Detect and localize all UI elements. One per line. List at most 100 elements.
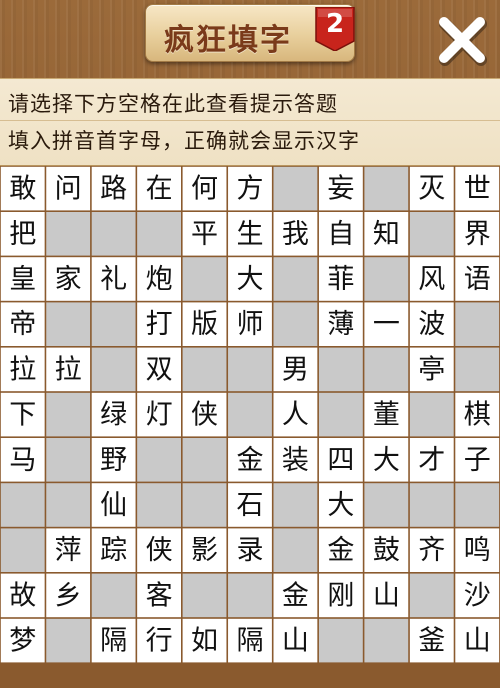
grid-cell-filled[interactable]: 男	[273, 347, 318, 392]
grid-cell-filled[interactable]: 在	[137, 166, 181, 211]
close-button[interactable]	[436, 14, 488, 66]
grid-cell-filled[interactable]: 菲	[318, 257, 363, 301]
grid-cell-empty[interactable]	[137, 212, 181, 256]
grid-cell-filled[interactable]: 语	[455, 257, 500, 301]
grid-cell-filled[interactable]: 大	[318, 483, 363, 527]
grid-cell-filled[interactable]: 棋	[455, 392, 500, 437]
grid-cell-filled[interactable]: 何	[182, 166, 227, 211]
grid-cell-filled[interactable]: 董	[364, 392, 409, 437]
grid-cell-filled[interactable]: 鼓	[364, 528, 409, 572]
grid-cell-filled[interactable]: 波	[409, 302, 454, 346]
grid-cell-empty[interactable]	[318, 392, 363, 437]
grid-cell-filled[interactable]: 我	[273, 212, 318, 256]
grid-cell-empty[interactable]	[409, 483, 454, 527]
grid-cell-filled[interactable]: 鸣	[455, 528, 500, 572]
grid-cell-empty[interactable]	[364, 347, 409, 392]
grid-cell-empty[interactable]	[409, 212, 454, 256]
grid-cell-filled[interactable]: 刚	[318, 573, 363, 618]
grid-cell-empty[interactable]	[137, 438, 181, 482]
grid-cell-filled[interactable]: 亭	[409, 347, 454, 392]
grid-cell-filled[interactable]: 灯	[137, 392, 181, 437]
grid-cell-filled[interactable]: 知	[364, 212, 409, 256]
grid-cell-empty[interactable]	[273, 166, 318, 211]
grid-cell-empty[interactable]	[182, 257, 227, 301]
grid-cell-empty[interactable]	[273, 257, 318, 301]
grid-cell-filled[interactable]: 路	[91, 166, 136, 211]
grid-cell-filled[interactable]: 平	[182, 212, 227, 256]
grid-cell-filled[interactable]: 客	[137, 573, 181, 618]
grid-cell-filled[interactable]: 界	[455, 212, 500, 256]
grid-cell-empty[interactable]	[228, 573, 272, 618]
grid-cell-filled[interactable]: 石	[228, 483, 272, 527]
grid-cell-empty[interactable]	[91, 302, 136, 346]
grid-cell-filled[interactable]: 灭	[409, 166, 454, 211]
grid-cell-filled[interactable]: 双	[137, 347, 181, 392]
grid-cell-filled[interactable]: 四	[318, 438, 363, 482]
grid-cell-filled[interactable]: 踪	[91, 528, 136, 572]
grid-cell-empty[interactable]	[364, 166, 409, 211]
grid-cell-empty[interactable]	[364, 257, 409, 301]
grid-cell-filled[interactable]: 录	[228, 528, 272, 572]
grid-cell-filled[interactable]: 装	[273, 438, 318, 482]
grid-cell-empty[interactable]	[46, 483, 91, 527]
grid-cell-filled[interactable]: 帝	[0, 302, 45, 346]
grid-cell-filled[interactable]: 仙	[91, 483, 136, 527]
grid-cell-filled[interactable]: 山	[273, 618, 318, 663]
grid-cell-empty[interactable]	[318, 618, 363, 663]
grid-cell-empty[interactable]	[0, 483, 45, 527]
grid-cell-filled[interactable]: 金	[273, 573, 318, 618]
grid-cell-filled[interactable]: 妄	[318, 166, 363, 211]
grid-cell-filled[interactable]: 大	[364, 438, 409, 482]
grid-cell-filled[interactable]: 拉	[0, 347, 45, 392]
grid-cell-filled[interactable]: 炮	[137, 257, 181, 301]
grid-cell-empty[interactable]	[273, 528, 318, 572]
grid-cell-empty[interactable]	[0, 528, 45, 572]
grid-cell-filled[interactable]: 人	[273, 392, 318, 437]
grid-cell-empty[interactable]	[409, 573, 454, 618]
grid-cell-filled[interactable]: 齐	[409, 528, 454, 572]
grid-cell-empty[interactable]	[46, 302, 91, 346]
grid-cell-empty[interactable]	[91, 573, 136, 618]
grid-cell-filled[interactable]: 山	[455, 618, 500, 663]
grid-cell-empty[interactable]	[182, 438, 227, 482]
grid-cell-filled[interactable]: 皇	[0, 257, 45, 301]
grid-cell-empty[interactable]	[455, 302, 500, 346]
grid-cell-filled[interactable]: 梦	[0, 618, 45, 663]
grid-cell-filled[interactable]: 礼	[91, 257, 136, 301]
grid-cell-empty[interactable]	[228, 347, 272, 392]
grid-cell-filled[interactable]: 打	[137, 302, 181, 346]
grid-cell-filled[interactable]: 山	[364, 573, 409, 618]
grid-cell-empty[interactable]	[182, 483, 227, 527]
grid-cell-filled[interactable]: 方	[228, 166, 272, 211]
grid-cell-filled[interactable]: 萍	[46, 528, 91, 572]
grid-cell-filled[interactable]: 版	[182, 302, 227, 346]
grid-cell-filled[interactable]: 薄	[318, 302, 363, 346]
grid-cell-filled[interactable]: 拉	[46, 347, 91, 392]
grid-cell-filled[interactable]: 才	[409, 438, 454, 482]
grid-cell-filled[interactable]: 子	[455, 438, 500, 482]
grid-cell-filled[interactable]: 沙	[455, 573, 500, 618]
grid-cell-filled[interactable]: 野	[91, 438, 136, 482]
grid-cell-filled[interactable]: 侠	[137, 528, 181, 572]
grid-cell-empty[interactable]	[228, 392, 272, 437]
grid-cell-empty[interactable]	[364, 483, 409, 527]
grid-cell-filled[interactable]: 绿	[91, 392, 136, 437]
grid-cell-filled[interactable]: 把	[0, 212, 45, 256]
grid-cell-empty[interactable]	[364, 618, 409, 663]
grid-cell-empty[interactable]	[273, 483, 318, 527]
grid-cell-filled[interactable]: 风	[409, 257, 454, 301]
grid-cell-filled[interactable]: 故	[0, 573, 45, 618]
grid-cell-filled[interactable]: 乡	[46, 573, 91, 618]
grid-cell-filled[interactable]: 影	[182, 528, 227, 572]
grid-cell-empty[interactable]	[46, 438, 91, 482]
grid-cell-filled[interactable]: 侠	[182, 392, 227, 437]
grid-cell-filled[interactable]: 世	[455, 166, 500, 211]
grid-cell-filled[interactable]: 下	[0, 392, 45, 437]
grid-cell-filled[interactable]: 隔	[91, 618, 136, 663]
grid-cell-filled[interactable]: 隔	[228, 618, 272, 663]
grid-cell-filled[interactable]: 釜	[409, 618, 454, 663]
grid-cell-filled[interactable]: 金	[318, 528, 363, 572]
grid-cell-empty[interactable]	[91, 212, 136, 256]
grid-cell-empty[interactable]	[46, 392, 91, 437]
grid-cell-empty[interactable]	[46, 212, 91, 256]
